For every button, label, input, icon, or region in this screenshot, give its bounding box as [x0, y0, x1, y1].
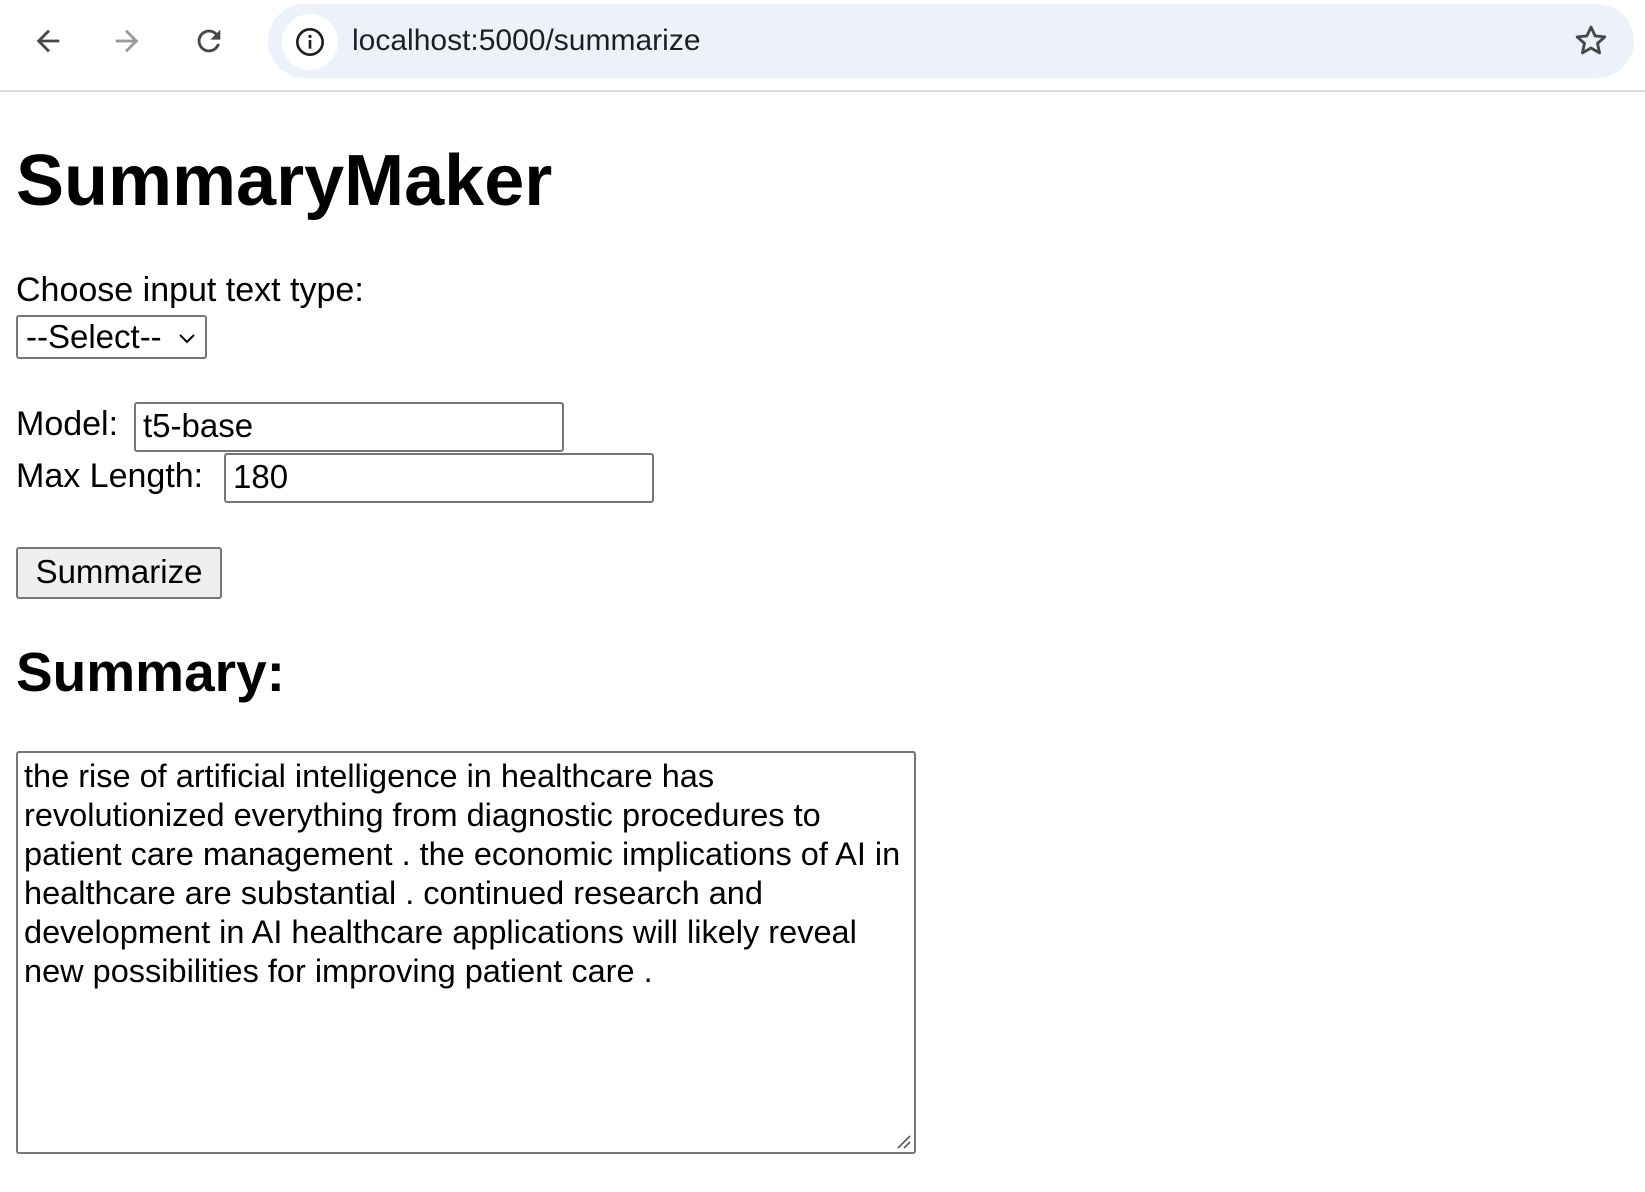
resize-grip-icon[interactable]	[892, 1130, 912, 1150]
arrow-left-icon	[36, 29, 60, 53]
max-length-input-value: 180	[233, 458, 289, 495]
info-icon	[296, 28, 324, 56]
bookmark-button[interactable]	[1570, 20, 1612, 62]
summary-heading: Summary:	[16, 641, 285, 703]
url-text[interactable]: localhost:5000/summarize	[352, 22, 701, 60]
input-type-selected-value: --Select--	[26, 318, 162, 355]
forward-button[interactable]	[100, 14, 154, 68]
summarize-button[interactable]: Summarize	[16, 547, 222, 599]
max-length-label: Max Length:	[16, 457, 204, 495]
model-label: Model:	[16, 405, 119, 443]
model-input-value: t5-base	[143, 407, 254, 444]
site-info-button[interactable]	[282, 14, 338, 70]
star-icon	[1575, 25, 1607, 55]
model-input[interactable]: t5-base	[134, 402, 564, 452]
input-type-label: Choose input text type:	[16, 271, 364, 309]
browser-toolbar: localhost:5000/summarize	[0, 0, 1645, 92]
input-type-select[interactable]: --Select--	[16, 315, 207, 359]
page-title: SummaryMaker	[16, 141, 553, 221]
summary-textarea[interactable]: the rise of artificial intelligence in h…	[16, 751, 916, 1154]
reload-button[interactable]	[182, 14, 236, 68]
reload-icon	[197, 29, 221, 53]
address-bar[interactable]: localhost:5000/summarize	[268, 4, 1634, 78]
summary-text: the rise of artificial intelligence in h…	[24, 758, 901, 989]
arrow-right-icon	[115, 29, 139, 53]
back-button[interactable]	[21, 14, 75, 68]
chevron-down-icon	[179, 334, 195, 344]
max-length-input[interactable]: 180	[224, 453, 654, 503]
